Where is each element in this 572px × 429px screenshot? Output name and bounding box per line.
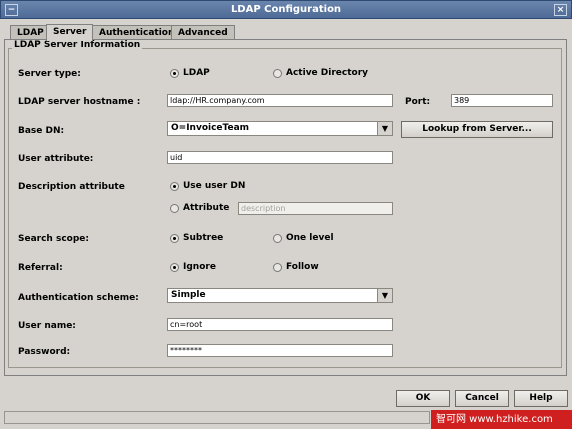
- chevron-down-icon[interactable]: ▼: [377, 122, 392, 135]
- user-attribute-input[interactable]: uid: [167, 151, 393, 164]
- group-title: LDAP Server Information: [12, 40, 143, 50]
- radio-unselected-icon: [273, 262, 282, 272]
- radio-selected-icon: [170, 68, 179, 78]
- subtree-radio[interactable]: Subtree: [170, 233, 223, 243]
- user-name-input[interactable]: cn=root: [167, 318, 393, 331]
- cancel-button[interactable]: Cancel: [455, 390, 509, 407]
- tab-server[interactable]: Server: [46, 24, 94, 41]
- referral-label: Referral:: [18, 263, 63, 273]
- tab-ldap[interactable]: LDAP: [10, 25, 51, 40]
- combo-value: O=InvoiceTeam: [171, 123, 250, 133]
- tab-label: Server: [53, 27, 87, 37]
- tab-label: Authentication: [99, 28, 175, 38]
- radio-label: Subtree: [183, 233, 224, 243]
- base-dn-label: Base DN:: [18, 126, 65, 136]
- authentication-scheme-label: Authentication scheme:: [18, 293, 139, 303]
- radio-selected-icon: [170, 262, 179, 272]
- status-bar: [4, 411, 430, 424]
- search-scope-label: Search scope:: [18, 234, 89, 244]
- window-titlebar: − LDAP Configuration ×: [0, 0, 572, 19]
- radio-label: Attribute: [183, 203, 230, 213]
- tab-authentication[interactable]: Authentication: [92, 25, 182, 40]
- attribute-radio[interactable]: Attribute: [170, 203, 229, 213]
- authentication-scheme-combobox[interactable]: Simple ▼: [167, 288, 393, 303]
- radio-unselected-icon: [273, 68, 282, 78]
- radio-unselected-icon: [273, 233, 282, 243]
- base-dn-combobox[interactable]: O=InvoiceTeam ▼: [167, 121, 393, 136]
- server-type-ldap-radio[interactable]: LDAP: [170, 68, 210, 78]
- site-watermark: 智可网 www.hzhike.com: [431, 410, 572, 429]
- lookup-from-server-button[interactable]: Lookup from Server...: [401, 121, 553, 138]
- radio-label: LDAP: [183, 68, 210, 78]
- port-input[interactable]: 389: [451, 94, 553, 107]
- follow-radio[interactable]: Follow: [273, 262, 319, 272]
- port-label: Port:: [405, 97, 431, 107]
- radio-selected-icon: [170, 181, 179, 191]
- window-title: LDAP Configuration: [230, 4, 342, 15]
- user-attribute-label: User attribute:: [18, 154, 94, 164]
- combo-value: Simple: [171, 290, 206, 300]
- tab-label: Advanced: [178, 28, 228, 38]
- tab-advanced[interactable]: Advanced: [171, 25, 235, 40]
- ignore-radio[interactable]: Ignore: [170, 262, 216, 272]
- radio-label: Active Directory: [286, 68, 369, 78]
- use-user-dn-radio[interactable]: Use user DN: [170, 181, 245, 191]
- attribute-input[interactable]: description: [238, 202, 393, 215]
- server-type-active-directory-radio[interactable]: Active Directory: [273, 68, 368, 78]
- password-label: Password:: [18, 347, 71, 357]
- server-type-label: Server type:: [18, 69, 81, 79]
- password-input[interactable]: ********: [167, 344, 393, 357]
- ok-button[interactable]: OK: [396, 390, 450, 407]
- user-name-label: User name:: [18, 321, 76, 331]
- close-button[interactable]: ×: [554, 4, 567, 16]
- radio-label: Ignore: [183, 262, 216, 272]
- radio-label: Use user DN: [183, 181, 246, 191]
- chevron-down-icon[interactable]: ▼: [377, 289, 392, 302]
- one-level-radio[interactable]: One level: [273, 233, 334, 243]
- tab-label: LDAP: [17, 28, 44, 38]
- hostname-label: LDAP server hostname :: [18, 97, 141, 107]
- help-button[interactable]: Help: [514, 390, 568, 407]
- description-attribute-label: Description attribute: [18, 182, 125, 192]
- radio-label: One level: [286, 233, 334, 243]
- window-menu-button[interactable]: −: [5, 4, 18, 16]
- radio-selected-icon: [170, 233, 179, 243]
- radio-unselected-icon: [170, 203, 179, 213]
- hostname-input[interactable]: ldap://HR.company.com: [167, 94, 393, 107]
- radio-label: Follow: [286, 262, 319, 272]
